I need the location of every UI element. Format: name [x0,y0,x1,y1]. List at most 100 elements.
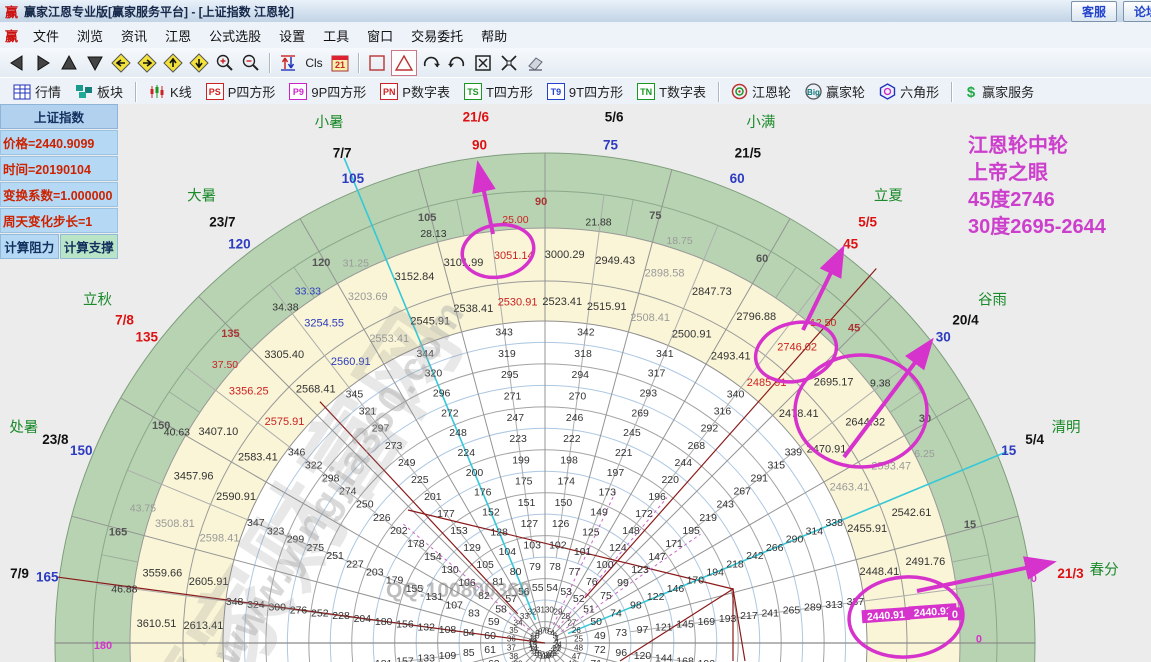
svg-text:50: 50 [590,616,602,628]
customer-service-button[interactable]: 客服 [1070,1,1117,22]
diamond-right-icon[interactable] [135,51,159,75]
calc-support-button[interactable]: 计算支撑 [59,234,118,259]
view-button-6[interactable]: TS T四方形 [457,82,540,101]
TN-badge-icon: TN [637,83,656,100]
svg-text:135: 135 [221,328,239,340]
svg-text:320: 320 [425,368,443,380]
view-button-10[interactable]: Big 赢家轮 [798,82,872,101]
down-arrow-icon[interactable] [83,51,107,75]
diamond-up-icon[interactable] [161,51,185,75]
eraser-icon[interactable] [523,51,547,75]
cls-label[interactable]: Cls [302,51,326,75]
svg-text:3457.96: 3457.96 [174,471,214,483]
svg-text:270: 270 [569,391,587,403]
up-arrow-icon[interactable] [57,51,81,75]
app-window: 赢 赢家江恩专业版[赢家服务平台] - [上证指数 江恩轮] 客服 论坛 赢 文… [0,0,1151,662]
zoom-out-icon[interactable] [239,51,263,75]
svg-text:298: 298 [322,473,340,485]
forum-button[interactable]: 论坛 [1122,1,1151,22]
svg-text:180: 180 [94,640,112,652]
svg-text:120: 120 [634,650,652,662]
menu-item-9[interactable]: 帮助 [472,29,516,44]
svg-text:203: 203 [366,567,384,579]
view-button-9[interactable]: 江恩轮 [724,82,798,101]
svg-text:31: 31 [536,605,545,614]
view-button-7[interactable]: T9 9T四方形 [540,82,630,101]
instrument-name: 上证指数 [0,104,118,129]
view-button-12[interactable]: $ 赢家服务 [957,82,1041,101]
view-button-label: 江恩轮 [752,85,792,100]
svg-text:107: 107 [445,599,463,611]
svg-text:2605.91: 2605.91 [189,576,229,588]
view-button-0[interactable]: 行情 [6,82,68,101]
triangle-tool-icon[interactable] [391,49,417,76]
kline-icon [148,84,166,100]
winner-wheel-icon: Big [805,83,822,100]
svg-text:348: 348 [226,596,244,608]
hexagon-icon [879,83,896,100]
view-button-3[interactable]: PS P四方形 [199,82,283,101]
svg-text:2500.91: 2500.91 [672,329,712,341]
svg-text:217: 217 [740,610,758,622]
svg-text:313: 313 [825,599,843,611]
forward-arrow-icon[interactable] [31,51,55,75]
svg-text:198: 198 [560,454,578,466]
zoom-in-icon[interactable] [213,51,237,75]
svg-text:148: 148 [622,525,640,537]
diamond-left-icon[interactable] [109,51,133,75]
back-arrow-icon[interactable] [5,51,29,75]
panel-row-2: 变换系数=1.000000 [0,182,118,207]
calc-resistance-button[interactable]: 计算阻力 [0,234,59,259]
svg-text:146: 146 [667,583,685,595]
menu-item-7[interactable]: 窗口 [358,29,402,44]
svg-text:297: 297 [372,423,390,435]
view-button-label: 9P四方形 [311,85,367,100]
view-button-5[interactable]: PN P数字表 [373,82,457,101]
view-button-2[interactable]: K线 [141,82,199,101]
svg-text:296: 296 [433,387,451,399]
menu-item-8[interactable]: 交易委托 [402,29,472,44]
svg-text:58: 58 [495,603,507,615]
rotate-ccw-icon[interactable] [445,51,469,75]
menu-item-1[interactable]: 浏览 [68,29,112,44]
calendar-icon[interactable]: 21 [328,51,352,75]
menu-item-2[interactable]: 资讯 [112,29,156,44]
svg-text:317: 317 [648,368,666,380]
view-button-11[interactable]: 六角形 [872,82,946,101]
svg-text:18.75: 18.75 [666,235,692,247]
svg-text:204: 204 [354,613,372,625]
svg-text:60: 60 [730,171,745,186]
view-button-1[interactable]: 板块 [68,82,130,101]
svg-text:123: 123 [631,564,649,576]
svg-text:165: 165 [36,569,59,584]
svg-text:83: 83 [468,608,480,620]
svg-text:345: 345 [346,389,364,401]
svg-text:181: 181 [375,658,393,662]
dollar-icon: $ [964,83,978,100]
svg-text:清明: 清明 [1052,419,1081,436]
svg-text:245: 245 [623,427,641,439]
diamond-down-icon[interactable] [187,51,211,75]
menu-item-0[interactable]: 文件 [24,29,68,44]
square-tool-icon[interactable] [365,51,389,75]
menu-item-5[interactable]: 设置 [270,29,314,44]
svg-text:2463.41: 2463.41 [830,482,870,494]
menu-item-6[interactable]: 工具 [314,29,358,44]
menu-item-3[interactable]: 江恩 [156,29,200,44]
view-button-4[interactable]: P9 9P四方形 [282,82,373,101]
rotate-cw-icon[interactable] [419,51,443,75]
svg-text:202: 202 [390,525,408,537]
converge-icon[interactable] [497,51,521,75]
menu-item-4[interactable]: 公式选股 [200,29,270,44]
svg-text:51: 51 [583,603,595,615]
svg-text:347: 347 [247,517,265,529]
range-updown-icon[interactable] [276,51,300,75]
svg-text:156: 156 [396,619,414,631]
view-button-8[interactable]: TN T数字表 [630,82,713,101]
svg-text:271: 271 [504,391,522,403]
svg-text:147: 147 [648,551,666,563]
boxed-x-icon[interactable] [471,51,495,75]
svg-text:315: 315 [768,460,786,472]
svg-text:201: 201 [424,491,442,503]
svg-text:243: 243 [716,499,734,511]
